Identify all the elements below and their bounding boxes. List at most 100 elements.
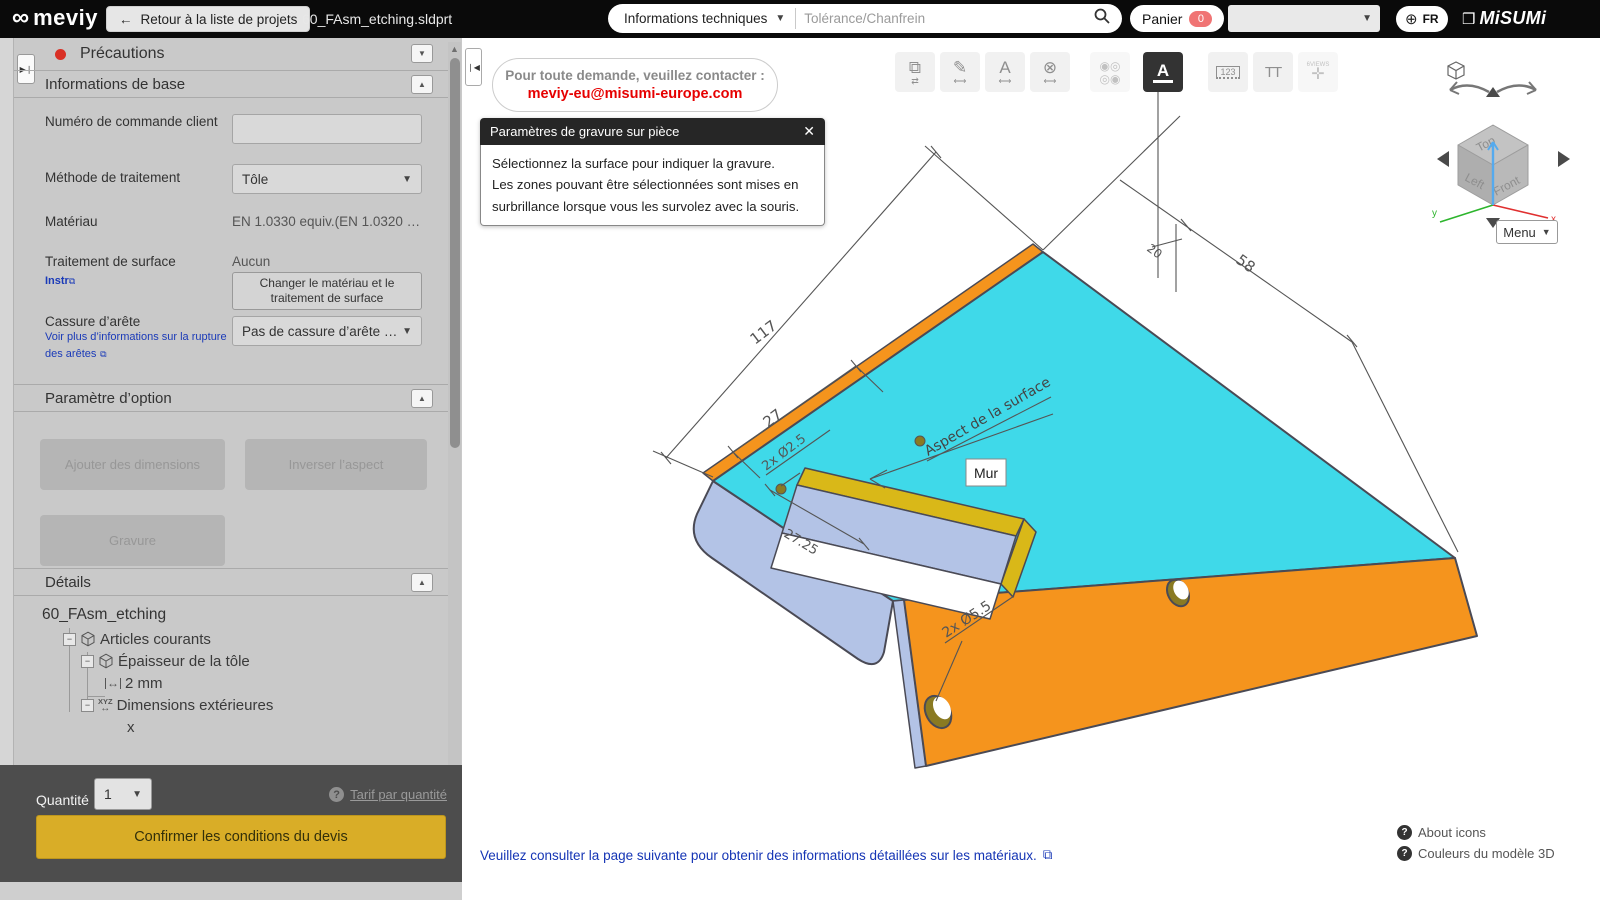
back-arrow-icon: ← xyxy=(119,11,133,27)
chevron-down-icon: ▼ xyxy=(132,788,142,800)
tariff-link-label: Tarif par quantité xyxy=(350,787,447,802)
text-size-button[interactable]: TT xyxy=(1253,52,1293,92)
engraving-button[interactable]: Gravure xyxy=(40,515,225,566)
order-number-input[interactable] xyxy=(232,114,422,144)
tree-item-thickness-value[interactable]: ↔ 2 mm xyxy=(14,672,448,694)
tree-item-outer-dimensions[interactable]: − XYZ ↔ Dimensions extérieures xyxy=(14,694,448,716)
precautions-header[interactable]: Précautions ▼ xyxy=(14,38,448,70)
tree-item-articles[interactable]: − Articles courants xyxy=(14,628,448,650)
model-colors-label: Couleurs du modèle 3D xyxy=(1418,846,1555,861)
delete-dimension-button[interactable]: ⊗ ⟷ xyxy=(1030,52,1070,92)
misumi-logo[interactable]: ❒ MiSUMi xyxy=(1462,8,1546,29)
open-file-name: 60_FAsm_etching.sldprt xyxy=(302,11,453,27)
rotate-east-icon[interactable] xyxy=(1558,151,1570,167)
method-select[interactable]: Tôle ▼ xyxy=(232,164,422,194)
view-menu-button[interactable]: Menu ▼ xyxy=(1496,220,1558,244)
tree-root-node[interactable]: 60_FAsm_etching xyxy=(42,606,448,624)
header-dropdown[interactable]: ▼ xyxy=(1228,5,1380,32)
rotate-west-icon[interactable] xyxy=(1437,151,1449,167)
basic-info-collapse-button[interactable]: ▲ xyxy=(411,75,433,94)
viewer-canvas[interactable]: 117 58 20 27 2x Ø2.5 27.25 Aspect de la … xyxy=(462,38,1600,900)
confirm-quote-button[interactable]: Confirmer les conditions du devis xyxy=(36,815,446,859)
wall-tag[interactable]: Mur xyxy=(965,458,1007,487)
change-material-button[interactable]: Changer le matériau et le traitement de … xyxy=(232,272,422,310)
meviy-logo-icon: ∞ xyxy=(12,4,30,31)
engraving-panel-line: Les zones pouvant être sélectionnées son… xyxy=(492,177,799,193)
precautions-collapse-button[interactable]: ▼ xyxy=(411,44,433,63)
replace-shape-button[interactable]: ⧉ ⇄ xyxy=(895,52,935,92)
collapse-minus-icon[interactable]: − xyxy=(81,654,94,668)
edge-break-select[interactable]: Pas de cassure d’arête … ▼ xyxy=(232,316,422,346)
instr-link[interactable]: Instr⧉ xyxy=(45,272,225,289)
scroll-up-icon[interactable]: ▲ xyxy=(448,42,461,55)
chevron-down-icon: ▼ xyxy=(402,325,412,337)
back-button-label: Retour à la liste de projets xyxy=(140,11,298,27)
external-link-icon: ⧉ xyxy=(1042,847,1053,862)
contact-email-link[interactable]: meviy-eu@misumi-europe.com xyxy=(528,86,743,102)
isometric-view-icon[interactable] xyxy=(1447,61,1465,80)
meviy-logo[interactable]: ∞ meviy xyxy=(12,5,98,31)
six-views-button[interactable]: 6VIEWS ✛ xyxy=(1298,52,1338,92)
rotate-left-icon[interactable] xyxy=(1449,84,1490,94)
details-tree: 60_FAsm_etching − Articles courants − Ép… xyxy=(14,596,448,738)
collapse-minus-icon[interactable]: − xyxy=(63,632,76,646)
edge-break-link-text[interactable]: Voir plus d’informations sur la rupture … xyxy=(45,331,227,360)
back-to-projects-button[interactable]: ← Retour à la liste de projets xyxy=(106,6,311,32)
delete-dimension-icon: ⊗ xyxy=(1042,57,1058,77)
details-header[interactable]: Détails ▲ xyxy=(14,568,448,596)
basic-info-header[interactable]: Informations de base ▲ xyxy=(14,70,448,98)
basic-info-body: Numéro de commande client Méthode de tra… xyxy=(14,98,448,384)
help-links: ? About icons ? Couleurs du modèle 3D xyxy=(1397,825,1555,861)
hole-group-button[interactable]: ◉◎ ◎◉ xyxy=(1090,52,1130,92)
about-icons-link[interactable]: ? About icons xyxy=(1397,825,1555,840)
rotate-right-icon[interactable] xyxy=(1496,84,1537,94)
option-param-header[interactable]: Paramètre d’option ▲ xyxy=(14,384,448,412)
viewcube-widget[interactable]: Top Left Front y x xyxy=(1432,61,1570,228)
edit-dimension-button[interactable]: ✎ ⟷ xyxy=(940,52,980,92)
text-dimension-button[interactable]: A ⟷ xyxy=(985,52,1025,92)
tariff-link[interactable]: ? Tarif par quantité xyxy=(329,787,447,802)
external-link-icon: ⧉ xyxy=(100,348,107,359)
search-category-select[interactable]: Informations techniques ▼ xyxy=(608,11,795,26)
close-icon[interactable]: ✕ xyxy=(803,123,815,140)
cart-button[interactable]: Panier 0 xyxy=(1130,5,1225,32)
tree-item-x[interactable]: x xyxy=(14,716,448,738)
misumi-logo-text: MiSUMi xyxy=(1479,8,1547,28)
material-label: Matériau xyxy=(45,214,98,229)
scrollbar-thumb[interactable] xyxy=(449,58,460,448)
quantity-select[interactable]: 1 ▼ xyxy=(94,778,152,810)
canvas-collapse-handle[interactable]: ❘◀ xyxy=(465,48,482,86)
option-param-collapse-button[interactable]: ▲ xyxy=(411,389,433,408)
add-dimensions-button[interactable]: Ajouter des dimensions xyxy=(40,439,225,490)
details-collapse-button[interactable]: ▲ xyxy=(411,573,433,592)
method-value: Tôle xyxy=(242,171,269,187)
help-question-icon: ? xyxy=(1397,846,1412,861)
engraving-tool-button[interactable]: A xyxy=(1143,52,1183,92)
tree-item-thickness[interactable]: − Épaisseur de la tôle xyxy=(14,650,448,672)
about-icons-label: About icons xyxy=(1418,825,1486,840)
wall-tag-label: Mur xyxy=(974,465,998,481)
search-icon[interactable] xyxy=(1094,8,1110,29)
instr-link-text[interactable]: Instr xyxy=(45,275,69,287)
meviy-app: ∞ meviy ← Retour à la liste de projets 6… xyxy=(0,0,1600,900)
order-number-label: Numéro de commande client xyxy=(45,114,218,129)
search-input[interactable] xyxy=(796,11,1094,26)
model-colors-link[interactable]: ? Couleurs du modèle 3D xyxy=(1397,846,1555,861)
sidebar-rail xyxy=(0,38,14,765)
edge-break-link[interactable]: Voir plus d’informations sur la rupture … xyxy=(45,328,230,362)
help-question-icon: ? xyxy=(1397,825,1412,840)
materials-info-link[interactable]: Veuillez consulter la page suivante pour… xyxy=(480,847,1052,863)
views-cross-icon: ✛ xyxy=(1311,65,1325,83)
chevron-down-icon: ▼ xyxy=(1541,227,1551,237)
basic-info-title: Informations de base xyxy=(45,75,186,93)
surface-value: Aucun xyxy=(232,254,271,269)
tree-item-label: 2 mm xyxy=(125,674,163,692)
meviy-logo-text: meviy xyxy=(33,5,98,30)
language-button[interactable]: ⊕ FR xyxy=(1396,6,1448,32)
invert-aspect-button[interactable]: Inverser l’aspect xyxy=(245,439,427,490)
quantity-label: Quantité xyxy=(36,792,89,808)
replace-shape-icon: ⧉ xyxy=(908,57,922,77)
collapse-minus-icon[interactable]: − xyxy=(81,698,94,712)
numeric-dimension-button[interactable]: 123 xyxy=(1208,52,1248,92)
sidebar-scrollbar[interactable]: ▲ ▼ xyxy=(448,42,461,799)
